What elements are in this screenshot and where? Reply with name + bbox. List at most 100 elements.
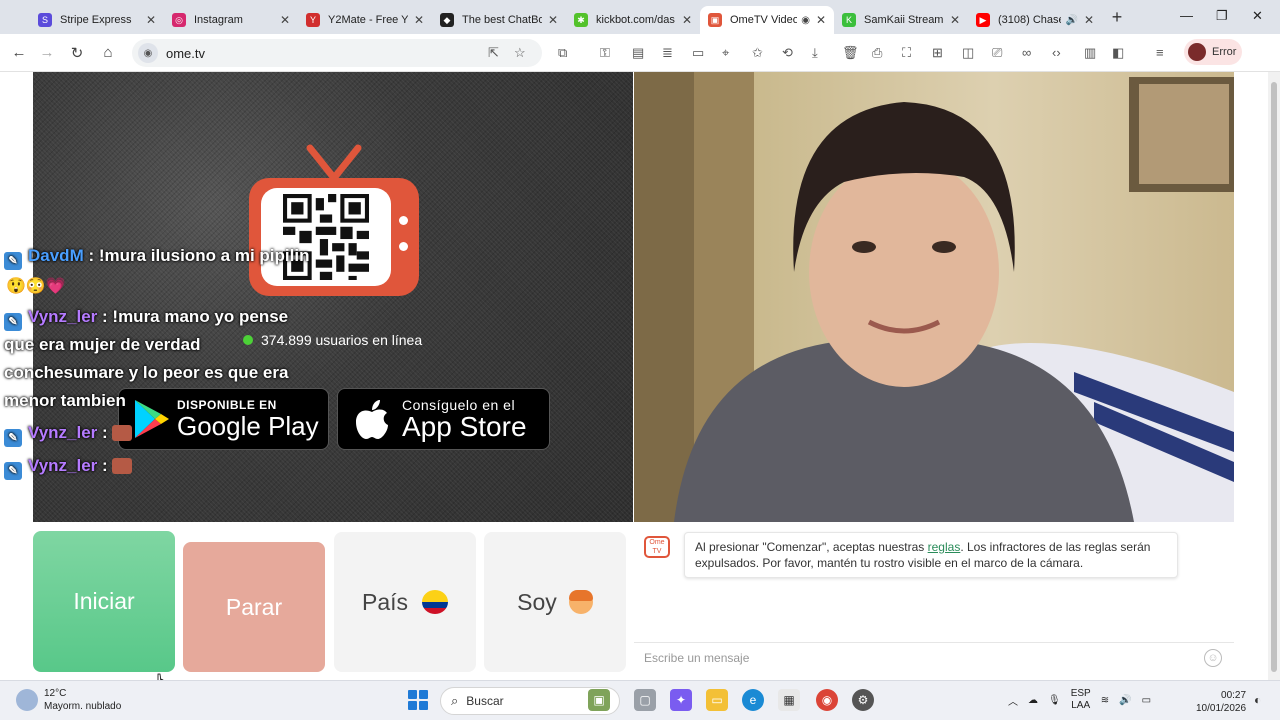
site-info-icon[interactable]: ◉: [138, 43, 158, 63]
bookmark-star-icon[interactable]: ☆: [514, 45, 526, 61]
app-store-badge[interactable]: Consíguelo en el App Store: [337, 388, 550, 450]
tab-close-icon[interactable]: ✕: [950, 13, 960, 27]
task-view-icon[interactable]: ▢: [634, 689, 656, 711]
tab-favicon-icon: ◆: [440, 13, 454, 27]
start-button[interactable]: Iniciar: [33, 531, 175, 672]
notification-icon[interactable]: ◐: [1254, 693, 1261, 707]
browser-tab[interactable]: ◆ The best ChatBo ✕: [432, 6, 566, 34]
taskbar-clock[interactable]: 00:27 10/01/2026: [1196, 689, 1246, 715]
page-scrollbar[interactable]: [1268, 72, 1280, 680]
reader-icon[interactable]: ▤: [632, 45, 644, 61]
install-icon[interactable]: ⇱: [488, 45, 499, 61]
start-menu-icon[interactable]: [408, 690, 428, 710]
recording-icon[interactable]: ◉: [801, 15, 810, 26]
onedrive-icon[interactable]: ☁: [1028, 695, 1038, 706]
history-icon[interactable]: ⟲: [782, 45, 793, 61]
tab-close-icon[interactable]: ✕: [280, 13, 290, 27]
code-icon[interactable]: ‹›: [1052, 45, 1061, 60]
weather-desc: Mayorm. nublado: [44, 701, 122, 712]
chat-overlay-line: ✎ Vynz_ler :: [4, 423, 133, 447]
browser-toolbar: ← → ↻ ⌂ ◉ ome.tv ⇱ ☆ ⧉ ⚿ ▤ ≣ ▭ ⌖ ✩ ⟲ ⤓ 🗑…: [0, 34, 1280, 72]
ometv-notice-icon: Ome TV: [644, 536, 670, 558]
message-input[interactable]: [644, 650, 1184, 665]
home-icon[interactable]: ⌂: [93, 44, 123, 61]
cast-icon[interactable]: ⎚: [992, 45, 1002, 61]
stop-button[interactable]: Parar: [183, 542, 325, 672]
wifi-icon[interactable]: ≋: [1101, 695, 1109, 706]
browser-tab[interactable]: ▣ OmeTV Video ◉ ✕: [700, 6, 834, 34]
apps-icon[interactable]: ⊞: [932, 45, 943, 61]
tab-close-icon[interactable]: ✕: [1084, 13, 1094, 27]
app-icon[interactable]: ⚙: [852, 689, 874, 711]
search-icon: ⌕: [451, 693, 459, 708]
browser-tab[interactable]: K SamKaii Stream ✕: [834, 6, 968, 34]
lang-1: ESP: [1070, 688, 1091, 699]
store-icon[interactable]: ▦: [778, 689, 800, 711]
scrollbar-thumb[interactable]: [1271, 82, 1277, 672]
tab-close-icon[interactable]: ✕: [414, 13, 424, 27]
tab-title: SamKaii Stream: [864, 14, 944, 26]
tab-favicon-icon: S: [38, 13, 52, 27]
tab-close-icon[interactable]: ✕: [548, 13, 558, 27]
browser-tab[interactable]: ▶ (3108) Chase 🔊 ✕: [968, 6, 1102, 34]
lang-2: LAA: [1071, 700, 1091, 711]
battery-icon[interactable]: ▭: [1142, 695, 1151, 706]
weather-temp: 12°C: [44, 688, 67, 699]
key-icon[interactable]: ⚿: [600, 45, 610, 61]
forward-icon[interactable]: →: [32, 44, 62, 61]
message-bar: ☺: [634, 642, 1234, 672]
extension-icon[interactable]: ⧉: [558, 45, 567, 61]
minimize-icon[interactable]: —: [1180, 8, 1193, 23]
close-window-icon[interactable]: ✕: [1252, 8, 1263, 24]
browser-tab[interactable]: ◎ Instagram ✕: [164, 6, 298, 34]
download-icon[interactable]: ⤓: [812, 45, 818, 61]
volume-icon[interactable]: 🔊: [1119, 695, 1131, 706]
audio-icon[interactable]: 🔊: [1065, 15, 1077, 26]
tab-close-icon[interactable]: ✕: [682, 13, 692, 27]
trash-icon[interactable]: 🗑: [842, 45, 859, 61]
print-icon[interactable]: ⎙: [872, 45, 882, 61]
stack-icon[interactable]: ≣: [662, 45, 673, 61]
country-label: País: [361, 588, 409, 615]
reading-list-icon[interactable]: ◫: [962, 45, 974, 61]
emoji-picker-icon[interactable]: ☺: [1204, 649, 1222, 667]
edge-icon[interactable]: e: [742, 689, 764, 711]
chevron-up-icon[interactable]: ︿: [1008, 693, 1018, 708]
reload-icon[interactable]: ↻: [62, 44, 92, 62]
location-icon[interactable]: ⌖: [722, 45, 729, 61]
new-tab-button[interactable]: +: [1106, 6, 1128, 28]
tab-close-icon[interactable]: ✕: [816, 13, 826, 27]
static-noise: [33, 72, 633, 522]
profile-error-button[interactable]: Error: [1184, 39, 1242, 65]
link-icon[interactable]: ∞: [1022, 45, 1031, 60]
rules-link[interactable]: reglas: [928, 540, 961, 554]
chat-message: :: [97, 456, 113, 475]
file-explorer-icon[interactable]: ▭: [706, 689, 728, 711]
favorites-icon[interactable]: ✩: [752, 45, 763, 61]
weather-widget[interactable]: 12°C Mayorm. nublado: [16, 687, 121, 713]
cloud-icon: [16, 689, 38, 711]
ometv-qr-logo[interactable]: [249, 144, 419, 296]
google-play-badge[interactable]: DISPONIBLE EN Google Play: [118, 388, 329, 450]
browser-tab[interactable]: S Stripe Express ✕: [30, 6, 164, 34]
chrome-icon[interactable]: ◉: [816, 689, 838, 711]
split-icon[interactable]: ◧: [1112, 45, 1124, 61]
card-icon[interactable]: ▭: [692, 45, 704, 61]
windows-taskbar: 12°C Mayorm. nublado ⌕ Buscar ▣ ▢ ✦ ▭ e …: [0, 680, 1280, 720]
media-icon[interactable]: ≡: [1156, 45, 1164, 60]
country-button[interactable]: País: [334, 532, 476, 672]
browser-tab[interactable]: ✱ kickbot.com/das ✕: [566, 6, 700, 34]
browser-tab[interactable]: Y Y2Mate - Free Y ✕: [298, 6, 432, 34]
sidebar-icon[interactable]: ▥: [1084, 45, 1096, 61]
maximize-icon[interactable]: ❐: [1216, 8, 1228, 24]
translate-icon[interactable]: ⛶: [902, 45, 911, 61]
chat-message: : !mura mano yo pense: [97, 307, 289, 326]
gender-button[interactable]: Soy: [484, 532, 626, 672]
mic-icon[interactable]: 🎙: [1048, 695, 1061, 706]
copilot-icon[interactable]: ✦: [670, 689, 692, 711]
language-indicator[interactable]: ESP LAA: [1071, 688, 1091, 712]
chat-overlay-line: ✎ Vynz_ler :: [4, 456, 133, 480]
tab-close-icon[interactable]: ✕: [146, 13, 156, 27]
back-icon[interactable]: ←: [4, 44, 34, 61]
address-bar[interactable]: ◉ ome.tv: [132, 39, 542, 67]
